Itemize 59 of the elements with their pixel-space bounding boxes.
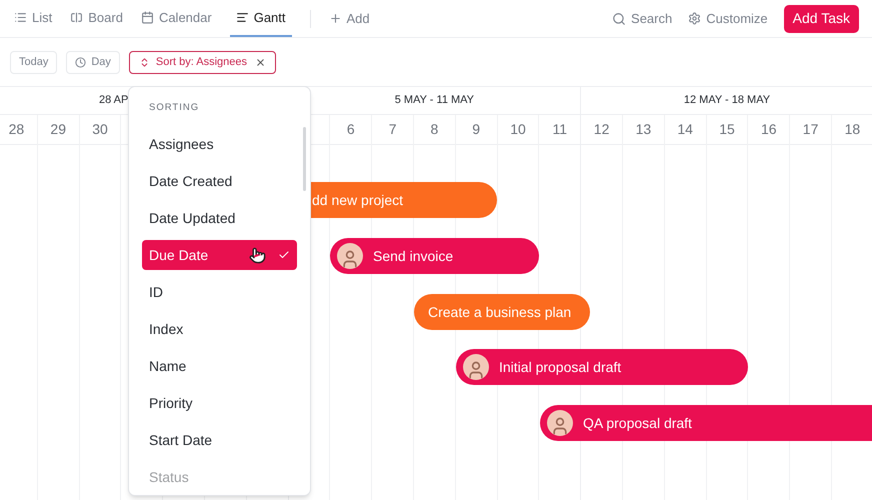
day-header-cell: 30: [80, 115, 120, 145]
day-header-cell: 17: [790, 115, 831, 145]
day-header-cell: 12: [581, 115, 622, 145]
day-header-cell: 16: [748, 115, 790, 145]
settings-icon: [688, 12, 702, 25]
clock-icon: [75, 56, 86, 68]
search-icon: [612, 12, 626, 26]
task-name: QA proposal draft: [583, 414, 692, 433]
day-header-cell: 10: [498, 115, 538, 145]
dropdown-heading: SORTING: [149, 101, 200, 115]
week-label: 12 MAY - 18 MAY: [684, 93, 770, 108]
task-name: Initial proposal draft: [499, 358, 622, 377]
view-tab[interactable]: Board: [70, 0, 123, 37]
task-bar[interactable]: Initial proposal draft: [456, 349, 748, 385]
day-header-cell: 15: [706, 115, 748, 145]
day-header-cell: 7: [372, 115, 413, 145]
day-header-cell: 18: [832, 115, 872, 145]
day-header-cell: 14: [664, 115, 706, 145]
sort-option[interactable]: Name: [142, 351, 297, 382]
day-scale-button[interactable]: Day: [66, 50, 120, 74]
day-header-cell: 8: [414, 115, 455, 145]
task-bar[interactable]: Send invoice: [330, 238, 539, 274]
view-tab[interactable]: List: [14, 0, 52, 37]
day-header-cell: 6: [330, 115, 372, 145]
close-icon[interactable]: [255, 56, 266, 68]
gantt-icon: [236, 11, 249, 24]
sort-option[interactable]: Priority: [142, 388, 297, 418]
sort-option[interactable]: Due Date: [142, 240, 297, 270]
view-tab[interactable]: Calendar: [140, 0, 212, 37]
plus-icon: [328, 12, 342, 25]
week-label: 28 AP: [99, 93, 128, 108]
week-label: 5 MAY - 11 MAY: [394, 93, 474, 108]
board-icon: [70, 11, 84, 24]
day-header-cell: 29: [38, 115, 79, 145]
day-header-cell: 28: [0, 115, 37, 145]
day-header-cell: 9: [456, 115, 497, 145]
view-tab[interactable]: Gantt: [230, 0, 292, 37]
day-header-cell: 11: [539, 115, 580, 145]
search-button[interactable]: Search: [612, 8, 672, 28]
list-icon: [14, 11, 27, 24]
today-button[interactable]: Today: [10, 50, 58, 74]
sort-option[interactable]: Index: [142, 314, 297, 344]
customize-button[interactable]: Customize: [688, 8, 768, 28]
task-name: Create a business plan: [427, 302, 572, 322]
hand-cursor-icon: [249, 246, 266, 264]
calendar-icon: [140, 11, 154, 24]
day-header-cell: 13: [622, 115, 664, 145]
sort-option[interactable]: Start Date: [142, 425, 297, 456]
task-name: dd new project: [311, 190, 404, 210]
sort-option[interactable]: ID: [142, 277, 297, 308]
task-bar[interactable]: Create a business plan: [414, 294, 590, 330]
sort-option[interactable]: Assignees: [142, 129, 297, 160]
task-name: Send invoice: [373, 246, 454, 266]
sort-label: Sort by: Assignees: [156, 54, 248, 70]
sort-chip[interactable]: Sort by: Assignees: [128, 50, 276, 74]
task-bar[interactable]: QA proposal draft: [540, 405, 872, 441]
add-task-button[interactable]: Add Task: [784, 4, 859, 32]
sort-option[interactable]: Status: [142, 462, 297, 492]
add-view-button[interactable]: Add: [328, 8, 370, 28]
